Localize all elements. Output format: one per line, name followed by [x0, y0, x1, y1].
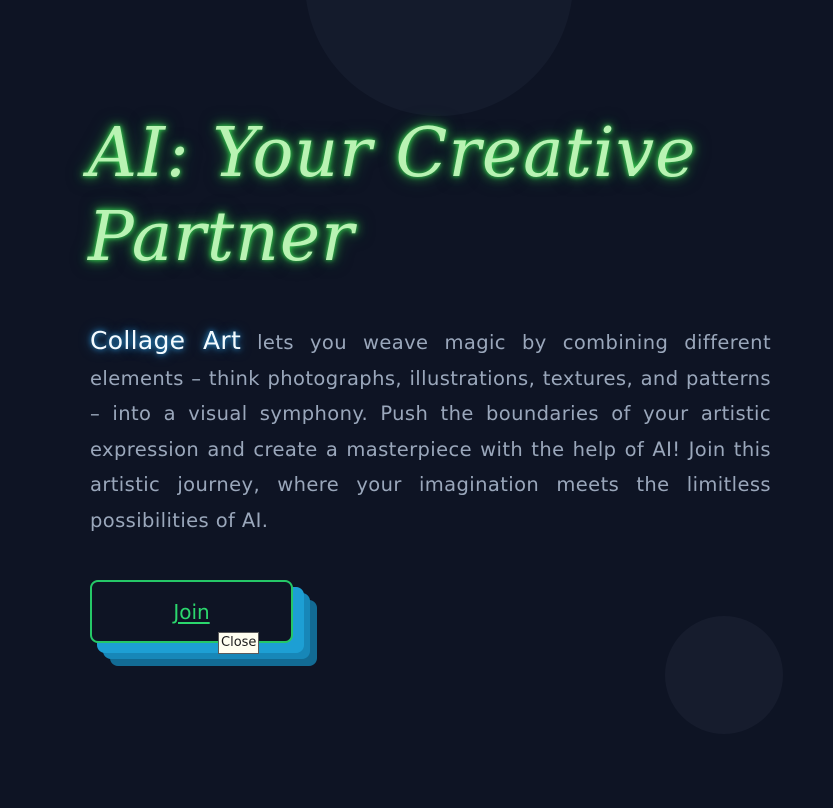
- description-text: lets you weave magic by combining differ…: [90, 331, 771, 532]
- collage-art-highlight: Collage Art: [90, 326, 242, 355]
- join-button[interactable]: Join: [90, 580, 293, 643]
- hero-description: Collage Art lets you weave magic by comb…: [90, 323, 771, 538]
- title-line-2: Partner: [88, 198, 355, 277]
- title-line-1: AI: Your Creative: [88, 114, 697, 193]
- join-button-container: Join: [90, 580, 320, 670]
- close-tooltip: Close: [218, 632, 260, 654]
- decorative-circle-top: [305, 0, 573, 116]
- page-title: AI: Your Creative Partner: [88, 112, 708, 280]
- decorative-circle-bottom: [665, 616, 783, 734]
